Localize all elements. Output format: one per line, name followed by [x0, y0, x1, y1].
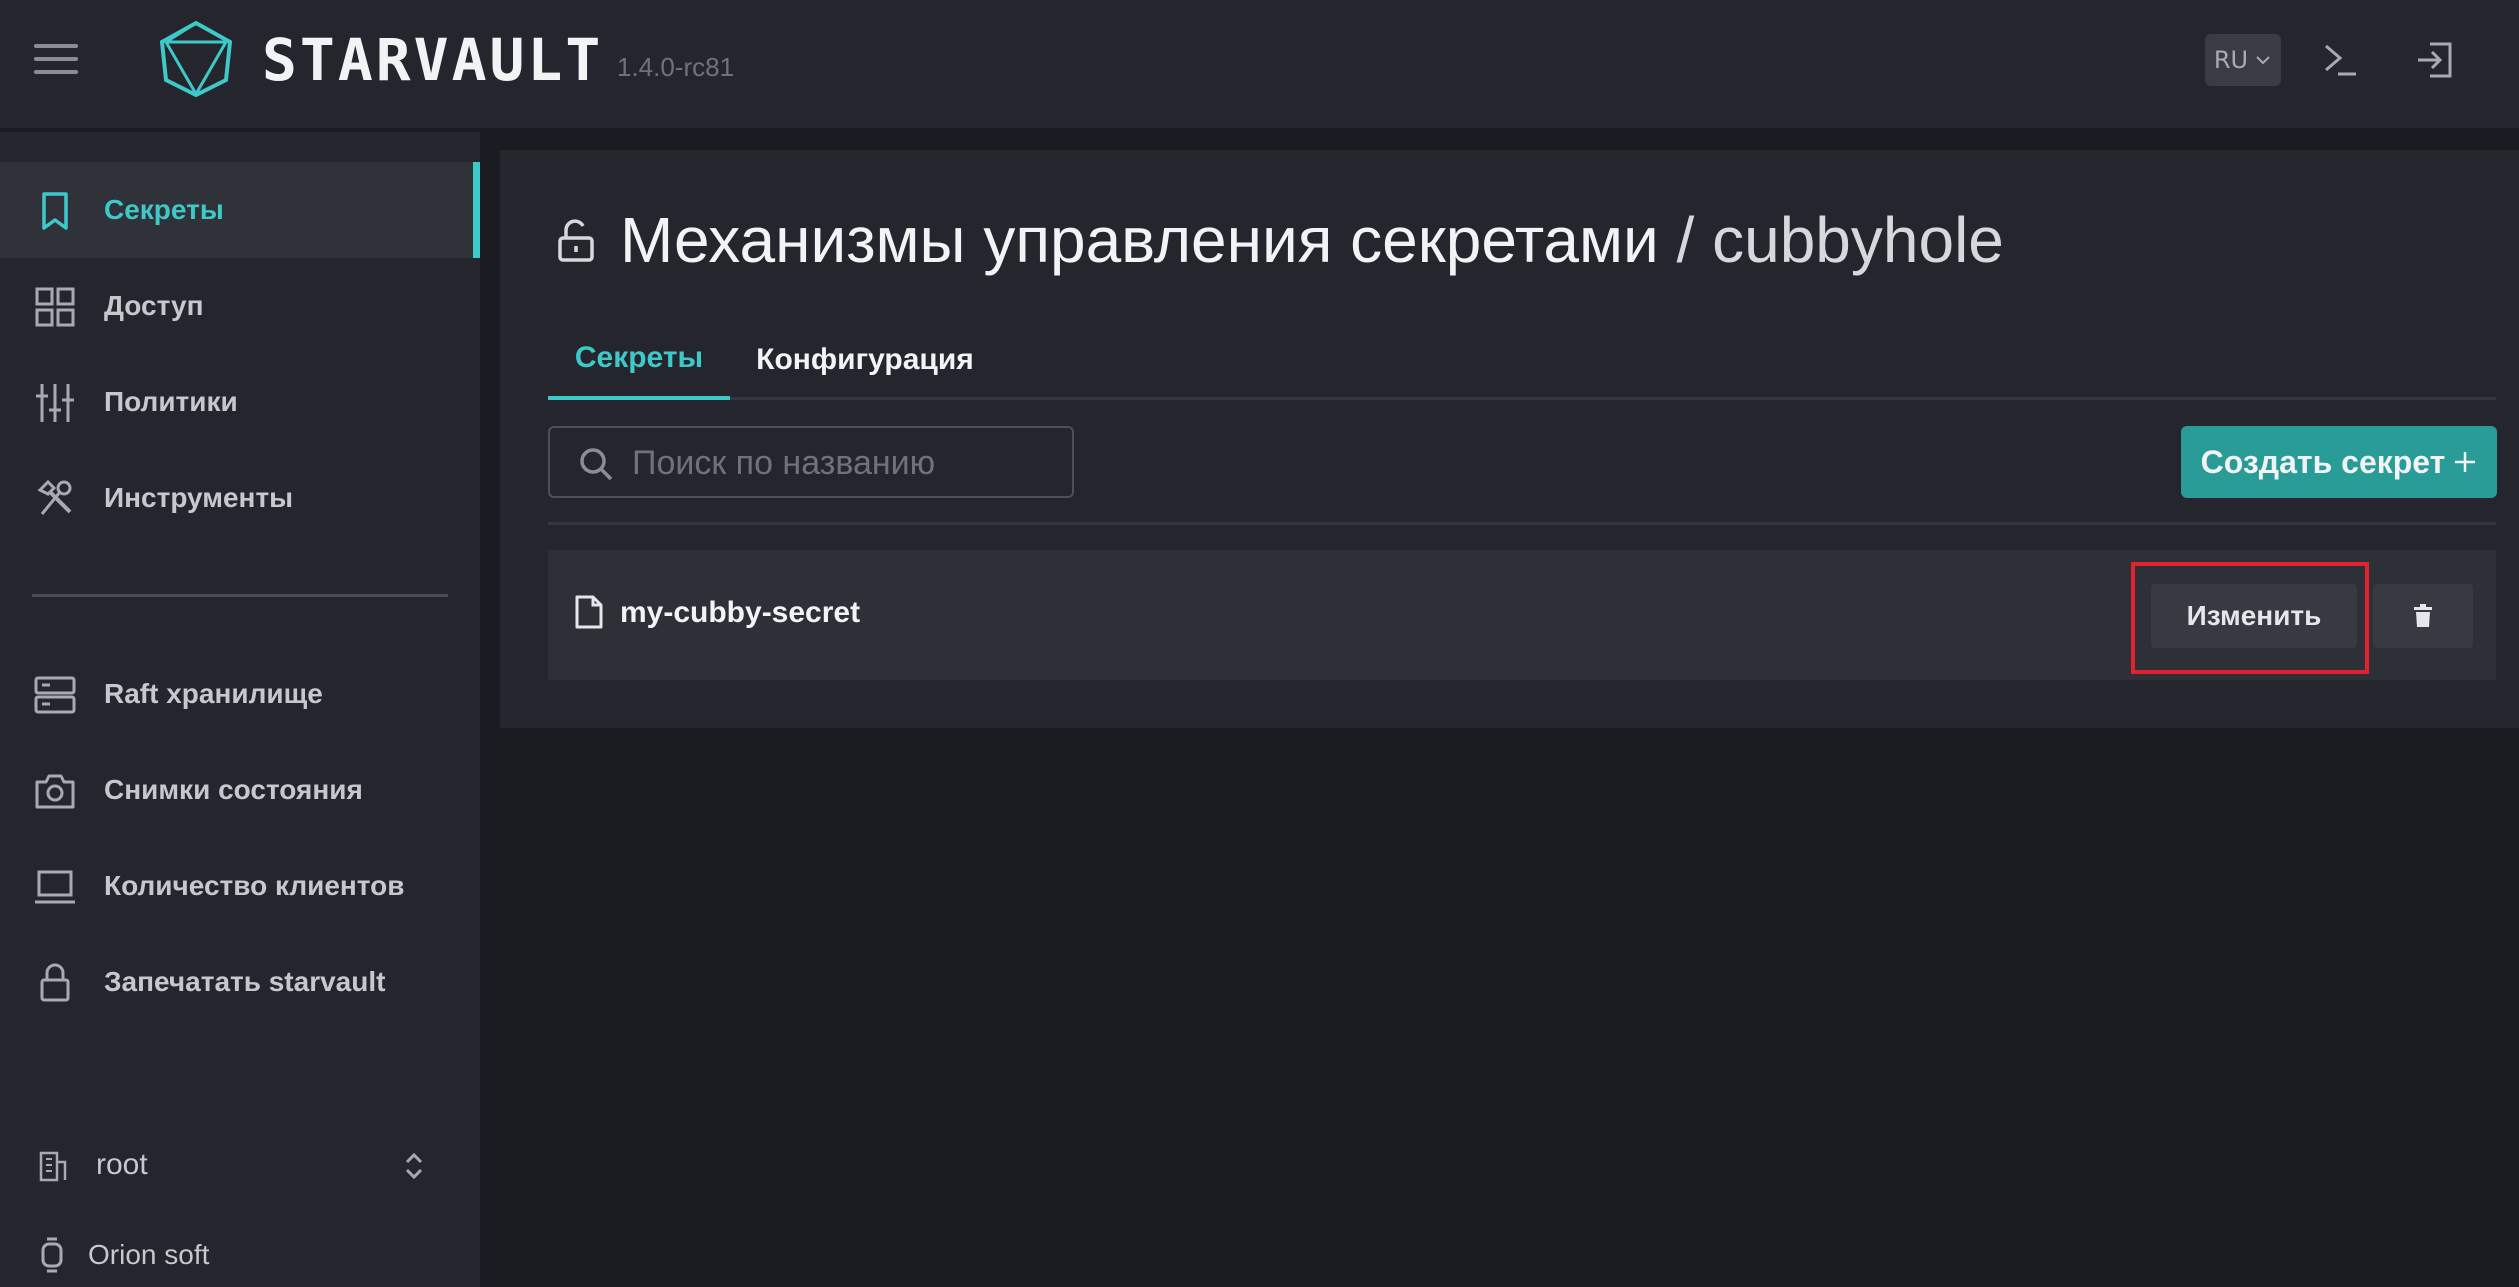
sidebar-item-label: Инструменты: [104, 482, 294, 513]
sidebar-item-raft-storage[interactable]: Raft хранилище: [0, 646, 480, 742]
chevron-up-down-icon: [405, 1152, 423, 1180]
breadcrumb-secret-engines[interactable]: Механизмы управления секретами: [620, 204, 1659, 276]
grid-icon: [35, 287, 75, 327]
camera-icon: [35, 774, 75, 809]
sidebar-item-label: Политики: [104, 386, 238, 417]
server-icon: [34, 676, 76, 714]
sidebar-item-label: Количество клиентов: [104, 870, 405, 901]
unlock-icon: [558, 219, 594, 262]
building-icon: [39, 1151, 67, 1182]
language-label: RU: [2213, 46, 2249, 74]
sidebar-item-policies[interactable]: Политики: [0, 354, 480, 450]
namespace-picker[interactable]: root: [34, 1140, 434, 1190]
search-field[interactable]: [548, 426, 1074, 498]
page-title: Механизмы управления секретами / cubbyho…: [620, 203, 2004, 277]
sidebar-divider: [32, 594, 448, 597]
breadcrumb-separator: /: [1658, 204, 1713, 276]
sidebar-item-snapshots[interactable]: Снимки состояния: [0, 742, 480, 838]
sidebar-item-access[interactable]: Доступ: [0, 258, 480, 354]
sidebar-item-client-count[interactable]: Количество клиентов: [0, 838, 480, 934]
namespace-label: root: [96, 1148, 148, 1181]
sidebar-item-tools[interactable]: Инструменты: [0, 450, 480, 546]
list-divider: [548, 522, 2496, 525]
tab-secrets[interactable]: Секреты: [548, 320, 730, 400]
sidebar-item-label: Запечатать starvault: [104, 966, 386, 997]
sidebar: Секреты Доступ Политики Инструменты Raft…: [0, 132, 480, 1287]
create-secret-label: Создать секрет: [2200, 443, 2446, 480]
search-input[interactable]: [632, 442, 1052, 484]
version-label: 1.4.0-rc81: [617, 52, 735, 82]
sidebar-item-label: Raft хранилище: [104, 678, 323, 709]
sidebar-item-seal[interactable]: Запечатать starvault: [0, 934, 480, 1030]
brand-name: STARVAULT: [262, 26, 604, 94]
watch-icon: [41, 1237, 63, 1273]
delete-button[interactable]: [2373, 584, 2473, 648]
laptop-icon: [35, 870, 75, 904]
lock-icon: [40, 963, 70, 1002]
sidebar-item-label: Доступ: [104, 290, 204, 321]
terminal-icon[interactable]: [2318, 38, 2362, 82]
top-header: STARVAULT 1.4.0-rc81 RU: [0, 0, 2519, 130]
sidebar-item-label: Снимки состояния: [104, 774, 363, 805]
tab-configuration[interactable]: Конфигурация: [746, 320, 984, 400]
page-title-row: Механизмы управления секретами / cubbyho…: [556, 200, 2004, 280]
sign-out-icon[interactable]: [2414, 38, 2458, 82]
create-secret-button[interactable]: Создать секрет: [2181, 426, 2497, 498]
trash-icon: [2414, 604, 2432, 627]
tab-bar: Секреты Конфигурация: [548, 320, 2496, 400]
sliders-icon: [36, 384, 74, 422]
secret-name[interactable]: my-cubby-secret: [620, 596, 860, 630]
chevron-down-icon: [2256, 56, 2270, 65]
bookmark-icon: [42, 192, 68, 230]
search-icon: [580, 448, 613, 481]
language-selector[interactable]: RU: [2205, 34, 2281, 86]
file-icon: [575, 595, 603, 629]
breadcrumb-current: cubbyhole: [1712, 204, 2004, 276]
sidebar-item-label: Секреты: [104, 194, 224, 225]
starvault-logo-icon: [159, 20, 233, 98]
hamburger-menu-icon[interactable]: [34, 44, 78, 78]
organization-label: Orion soft: [88, 1239, 210, 1270]
plus-icon: [2455, 452, 2476, 472]
edit-button[interactable]: Изменить: [2151, 584, 2357, 648]
tools-icon: [37, 479, 72, 515]
sidebar-item-secrets[interactable]: Секреты: [0, 162, 480, 258]
